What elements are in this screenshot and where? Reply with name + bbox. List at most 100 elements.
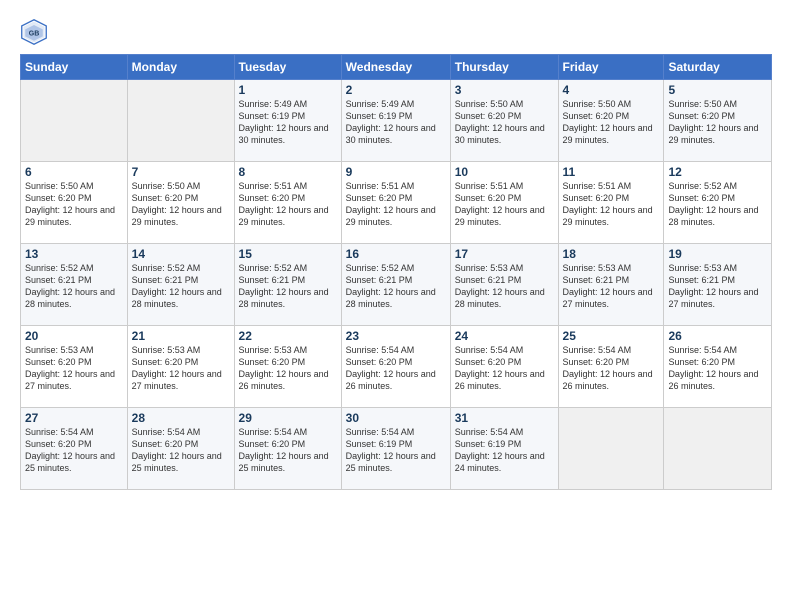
day-number: 29 (239, 411, 337, 425)
day-info: Sunrise: 5:51 AM Sunset: 6:20 PM Dayligh… (563, 180, 660, 229)
day-number: 6 (25, 165, 123, 179)
calendar-cell: 16Sunrise: 5:52 AM Sunset: 6:21 PM Dayli… (341, 244, 450, 326)
calendar-cell: 14Sunrise: 5:52 AM Sunset: 6:21 PM Dayli… (127, 244, 234, 326)
day-number: 27 (25, 411, 123, 425)
day-number: 7 (132, 165, 230, 179)
calendar-week-2: 6Sunrise: 5:50 AM Sunset: 6:20 PM Daylig… (21, 162, 772, 244)
calendar-cell: 31Sunrise: 5:54 AM Sunset: 6:19 PM Dayli… (450, 408, 558, 490)
day-info: Sunrise: 5:50 AM Sunset: 6:20 PM Dayligh… (455, 98, 554, 147)
calendar-week-5: 27Sunrise: 5:54 AM Sunset: 6:20 PM Dayli… (21, 408, 772, 490)
page: GB SundayMondayTuesdayWednesdayThursdayF… (0, 0, 792, 612)
day-info: Sunrise: 5:52 AM Sunset: 6:20 PM Dayligh… (668, 180, 767, 229)
day-info: Sunrise: 5:53 AM Sunset: 6:21 PM Dayligh… (668, 262, 767, 311)
calendar-cell: 18Sunrise: 5:53 AM Sunset: 6:21 PM Dayli… (558, 244, 664, 326)
day-info: Sunrise: 5:51 AM Sunset: 6:20 PM Dayligh… (346, 180, 446, 229)
logo-icon: GB (20, 18, 48, 46)
day-number: 16 (346, 247, 446, 261)
day-number: 20 (25, 329, 123, 343)
day-info: Sunrise: 5:54 AM Sunset: 6:20 PM Dayligh… (563, 344, 660, 393)
day-number: 5 (668, 83, 767, 97)
day-number: 24 (455, 329, 554, 343)
calendar-cell: 25Sunrise: 5:54 AM Sunset: 6:20 PM Dayli… (558, 326, 664, 408)
day-info: Sunrise: 5:54 AM Sunset: 6:20 PM Dayligh… (239, 426, 337, 475)
calendar-cell: 12Sunrise: 5:52 AM Sunset: 6:20 PM Dayli… (664, 162, 772, 244)
day-info: Sunrise: 5:51 AM Sunset: 6:20 PM Dayligh… (239, 180, 337, 229)
day-number: 26 (668, 329, 767, 343)
calendar-cell: 6Sunrise: 5:50 AM Sunset: 6:20 PM Daylig… (21, 162, 128, 244)
calendar-cell: 10Sunrise: 5:51 AM Sunset: 6:20 PM Dayli… (450, 162, 558, 244)
day-info: Sunrise: 5:54 AM Sunset: 6:20 PM Dayligh… (346, 344, 446, 393)
calendar-cell: 7Sunrise: 5:50 AM Sunset: 6:20 PM Daylig… (127, 162, 234, 244)
day-info: Sunrise: 5:49 AM Sunset: 6:19 PM Dayligh… (239, 98, 337, 147)
day-number: 23 (346, 329, 446, 343)
calendar-cell: 28Sunrise: 5:54 AM Sunset: 6:20 PM Dayli… (127, 408, 234, 490)
calendar-cell: 5Sunrise: 5:50 AM Sunset: 6:20 PM Daylig… (664, 80, 772, 162)
day-info: Sunrise: 5:49 AM Sunset: 6:19 PM Dayligh… (346, 98, 446, 147)
day-info: Sunrise: 5:54 AM Sunset: 6:19 PM Dayligh… (346, 426, 446, 475)
day-info: Sunrise: 5:53 AM Sunset: 6:20 PM Dayligh… (25, 344, 123, 393)
calendar-cell: 30Sunrise: 5:54 AM Sunset: 6:19 PM Dayli… (341, 408, 450, 490)
day-info: Sunrise: 5:53 AM Sunset: 6:20 PM Dayligh… (132, 344, 230, 393)
day-number: 9 (346, 165, 446, 179)
calendar-cell: 24Sunrise: 5:54 AM Sunset: 6:20 PM Dayli… (450, 326, 558, 408)
col-header-thursday: Thursday (450, 55, 558, 80)
calendar-cell: 11Sunrise: 5:51 AM Sunset: 6:20 PM Dayli… (558, 162, 664, 244)
day-info: Sunrise: 5:54 AM Sunset: 6:19 PM Dayligh… (455, 426, 554, 475)
day-info: Sunrise: 5:50 AM Sunset: 6:20 PM Dayligh… (668, 98, 767, 147)
day-info: Sunrise: 5:52 AM Sunset: 6:21 PM Dayligh… (132, 262, 230, 311)
day-number: 17 (455, 247, 554, 261)
calendar-cell: 1Sunrise: 5:49 AM Sunset: 6:19 PM Daylig… (234, 80, 341, 162)
col-header-wednesday: Wednesday (341, 55, 450, 80)
calendar-cell: 21Sunrise: 5:53 AM Sunset: 6:20 PM Dayli… (127, 326, 234, 408)
calendar-week-4: 20Sunrise: 5:53 AM Sunset: 6:20 PM Dayli… (21, 326, 772, 408)
day-info: Sunrise: 5:53 AM Sunset: 6:20 PM Dayligh… (239, 344, 337, 393)
calendar-cell: 4Sunrise: 5:50 AM Sunset: 6:20 PM Daylig… (558, 80, 664, 162)
calendar-cell: 19Sunrise: 5:53 AM Sunset: 6:21 PM Dayli… (664, 244, 772, 326)
calendar-cell: 8Sunrise: 5:51 AM Sunset: 6:20 PM Daylig… (234, 162, 341, 244)
day-number: 1 (239, 83, 337, 97)
day-info: Sunrise: 5:50 AM Sunset: 6:20 PM Dayligh… (25, 180, 123, 229)
calendar-cell: 20Sunrise: 5:53 AM Sunset: 6:20 PM Dayli… (21, 326, 128, 408)
calendar-cell: 3Sunrise: 5:50 AM Sunset: 6:20 PM Daylig… (450, 80, 558, 162)
day-number: 14 (132, 247, 230, 261)
day-number: 3 (455, 83, 554, 97)
calendar-cell (21, 80, 128, 162)
day-number: 18 (563, 247, 660, 261)
day-number: 10 (455, 165, 554, 179)
col-header-friday: Friday (558, 55, 664, 80)
calendar-week-1: 1Sunrise: 5:49 AM Sunset: 6:19 PM Daylig… (21, 80, 772, 162)
day-number: 13 (25, 247, 123, 261)
calendar-cell (558, 408, 664, 490)
day-number: 12 (668, 165, 767, 179)
calendar-cell: 13Sunrise: 5:52 AM Sunset: 6:21 PM Dayli… (21, 244, 128, 326)
day-info: Sunrise: 5:52 AM Sunset: 6:21 PM Dayligh… (25, 262, 123, 311)
col-header-monday: Monday (127, 55, 234, 80)
day-number: 31 (455, 411, 554, 425)
calendar-header-row: SundayMondayTuesdayWednesdayThursdayFrid… (21, 55, 772, 80)
day-number: 11 (563, 165, 660, 179)
calendar-cell: 15Sunrise: 5:52 AM Sunset: 6:21 PM Dayli… (234, 244, 341, 326)
day-number: 19 (668, 247, 767, 261)
day-number: 21 (132, 329, 230, 343)
day-info: Sunrise: 5:52 AM Sunset: 6:21 PM Dayligh… (239, 262, 337, 311)
day-info: Sunrise: 5:54 AM Sunset: 6:20 PM Dayligh… (132, 426, 230, 475)
calendar-cell: 9Sunrise: 5:51 AM Sunset: 6:20 PM Daylig… (341, 162, 450, 244)
calendar-table: SundayMondayTuesdayWednesdayThursdayFrid… (20, 54, 772, 490)
day-info: Sunrise: 5:54 AM Sunset: 6:20 PM Dayligh… (668, 344, 767, 393)
day-number: 30 (346, 411, 446, 425)
day-info: Sunrise: 5:51 AM Sunset: 6:20 PM Dayligh… (455, 180, 554, 229)
calendar-cell: 2Sunrise: 5:49 AM Sunset: 6:19 PM Daylig… (341, 80, 450, 162)
calendar-cell (127, 80, 234, 162)
day-info: Sunrise: 5:54 AM Sunset: 6:20 PM Dayligh… (25, 426, 123, 475)
logo: GB (20, 18, 52, 46)
calendar-cell: 17Sunrise: 5:53 AM Sunset: 6:21 PM Dayli… (450, 244, 558, 326)
calendar-cell: 27Sunrise: 5:54 AM Sunset: 6:20 PM Dayli… (21, 408, 128, 490)
calendar-cell: 22Sunrise: 5:53 AM Sunset: 6:20 PM Dayli… (234, 326, 341, 408)
day-info: Sunrise: 5:50 AM Sunset: 6:20 PM Dayligh… (563, 98, 660, 147)
svg-text:GB: GB (29, 31, 40, 38)
day-number: 25 (563, 329, 660, 343)
header: GB (20, 18, 772, 46)
day-info: Sunrise: 5:50 AM Sunset: 6:20 PM Dayligh… (132, 180, 230, 229)
day-number: 8 (239, 165, 337, 179)
day-number: 2 (346, 83, 446, 97)
